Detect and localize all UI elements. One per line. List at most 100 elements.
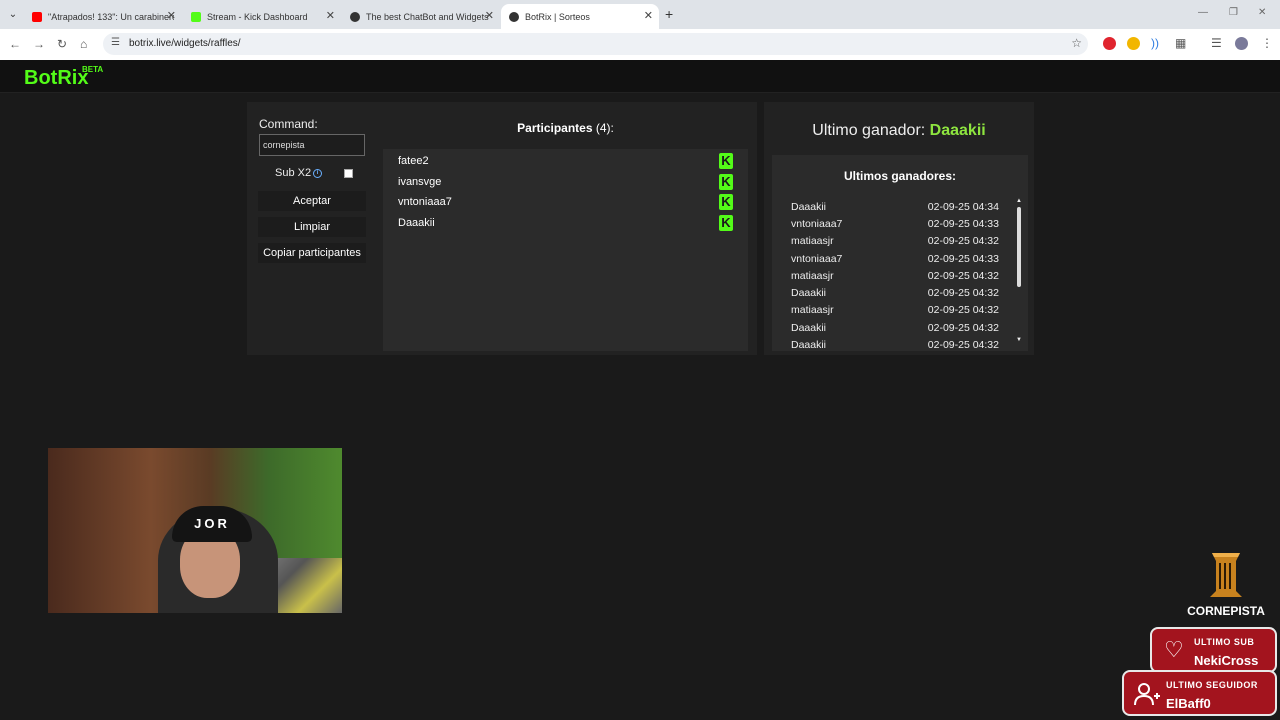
participants-list: fatee2 K ivansvge K vntoniaaa7 K Daaakii…	[383, 149, 748, 351]
last-sub-label: ULTIMO SUB	[1194, 637, 1255, 647]
list-item: Daaakii 02-09-25 04:32	[791, 322, 999, 338]
opera-extension-icon[interactable]	[1103, 37, 1116, 50]
botrix-logo[interactable]: BotRix	[24, 67, 88, 90]
winner-name: Daaakii	[791, 287, 827, 299]
minimize-icon[interactable]: —	[1198, 7, 1208, 18]
command-label: Command:	[259, 117, 318, 131]
winner-time: 02-09-25 04:34	[927, 201, 999, 213]
winner-name: matiaasjr	[791, 235, 834, 247]
home-icon[interactable]: ⌂	[80, 37, 87, 51]
scroll-up-arrow-icon[interactable]: ▲	[1016, 198, 1022, 204]
close-tab-icon[interactable]: ✕	[644, 9, 653, 22]
kick-icon: K	[719, 194, 733, 210]
harp-logo-icon	[1210, 553, 1242, 597]
heart-icon: ♡	[1164, 637, 1184, 662]
list-item: matiaasjr 02-09-25 04:32	[791, 235, 999, 251]
list-item: Daaakii 02-09-25 04:32	[791, 339, 999, 351]
last-follower-label: ULTIMO SEGUIDOR	[1166, 680, 1258, 690]
browser-tab-botrix-sorteos[interactable]: BotRix | Sorteos ✕	[501, 4, 659, 29]
reading-list-icon[interactable]: ☰	[1211, 36, 1222, 50]
browser-menu-icon[interactable]: ⋮	[1261, 36, 1273, 50]
participant-name: vntoniaaa7	[398, 196, 452, 208]
participant-name: fatee2	[398, 155, 429, 167]
list-item: vntoniaaa7 02-09-25 04:33	[791, 218, 999, 234]
scroll-down-arrow-icon[interactable]: ▼	[1016, 337, 1022, 343]
winner-time: 02-09-25 04:32	[927, 339, 999, 351]
close-tab-icon[interactable]: ✕	[326, 9, 335, 22]
browser-tab-strip: ⌄ "Atrapados! 133": Un carabinero ✕ Stre…	[0, 0, 1280, 29]
scrollbar-thumb[interactable]	[1017, 207, 1021, 287]
address-bar[interactable]: ☰ botrix.live/widgets/raffles/ ☆	[103, 33, 1088, 55]
shield-extension-icon[interactable]	[1127, 37, 1140, 50]
list-item: ivansvge K	[398, 174, 733, 192]
list-item: Daaakii 02-09-25 04:32	[791, 287, 999, 303]
audio-extension-icon[interactable]: ))	[1151, 36, 1159, 50]
list-item: matiaasjr 02-09-25 04:32	[791, 270, 999, 286]
sub-x2-label: Sub X2	[275, 167, 312, 179]
command-input[interactable]	[259, 134, 365, 156]
list-item: Daaakii 02-09-25 04:34	[791, 201, 999, 217]
extensions-puzzle-icon[interactable]: ▦	[1175, 36, 1186, 50]
url-text[interactable]: botrix.live/widgets/raffles/	[129, 38, 241, 49]
restore-icon[interactable]: ❐	[1229, 7, 1238, 18]
clear-button[interactable]: Limpiar	[258, 217, 366, 237]
browser-tab-youtube[interactable]: "Atrapados! 133": Un carabinero ✕	[24, 4, 182, 29]
kick-favicon-icon	[191, 11, 201, 22]
winner-name: vntoniaaa7	[791, 218, 843, 230]
channel-name: CORNEPISTA	[1187, 604, 1265, 618]
botrix-favicon-icon	[509, 11, 519, 22]
add-user-icon	[1134, 683, 1160, 706]
tab-search-chevron-icon[interactable]: ⌄	[5, 7, 21, 23]
participant-name: Daaakii	[398, 217, 435, 229]
participant-name: ivansvge	[398, 176, 442, 188]
winner-name: Daaakii	[791, 201, 827, 213]
site-info-icon[interactable]: ☰	[111, 37, 120, 48]
kick-icon: K	[719, 174, 733, 190]
winners-list[interactable]: Ultimos ganadores: Daaakii 02-09-25 04:3…	[772, 155, 1028, 351]
close-tab-icon[interactable]: ✕	[167, 9, 176, 22]
bookmark-star-icon[interactable]: ☆	[1071, 36, 1082, 50]
botrix-favicon-icon	[350, 11, 360, 22]
browser-tab-botrix-home[interactable]: The best ChatBot and Widgets ✕	[342, 4, 500, 29]
back-icon[interactable]: ←	[9, 37, 21, 51]
participants-title: Participantes (4):	[383, 121, 748, 135]
profile-avatar[interactable]	[1235, 37, 1248, 50]
last-follower-value: ElBaff0	[1166, 696, 1211, 711]
new-tab-icon[interactable]: +	[665, 6, 673, 22]
webcam-overlay: JOR	[48, 448, 342, 613]
last-winner-name: Daaakii	[929, 122, 986, 139]
winner-time: 02-09-25 04:33	[927, 218, 999, 230]
winner-time: 02-09-25 04:32	[927, 322, 999, 334]
participants-count: (4):	[595, 121, 614, 135]
list-item: vntoniaaa7 K	[398, 194, 733, 212]
winner-time: 02-09-25 04:33	[927, 253, 999, 265]
list-item: Daaakii K	[398, 215, 733, 233]
winner-name: vntoniaaa7	[791, 253, 843, 265]
winner-name: Daaakii	[791, 322, 827, 334]
list-item: matiaasjr 02-09-25 04:32	[791, 304, 999, 320]
sub-x2-checkbox[interactable]	[344, 169, 353, 178]
youtube-icon	[32, 11, 42, 22]
close-tab-icon[interactable]: ✕	[485, 9, 494, 22]
winner-name: matiaasjr	[791, 270, 834, 282]
site-header	[0, 60, 1280, 93]
winner-time: 02-09-25 04:32	[927, 235, 999, 247]
info-icon[interactable]: i	[313, 169, 322, 178]
last-winner: Ultimo ganador: Daaakii	[764, 122, 1034, 140]
beta-badge: BETA	[82, 65, 104, 74]
last-sub-value: NekiCross	[1194, 653, 1259, 668]
reload-icon[interactable]: ↻	[57, 37, 67, 51]
close-window-icon[interactable]: ✕	[1258, 7, 1266, 18]
forward-icon[interactable]: →	[33, 37, 45, 51]
last-follower-alert: ULTIMO SEGUIDOR ElBaff0	[1122, 670, 1277, 716]
browser-tab-kick-dashboard[interactable]: Stream - Kick Dashboard ✕	[183, 4, 341, 29]
copy-participants-button[interactable]: Copiar participantes	[258, 243, 366, 263]
last-winner-label: Ultimo ganador:	[812, 122, 926, 139]
list-item: vntoniaaa7 02-09-25 04:33	[791, 253, 999, 269]
list-item: fatee2 K	[398, 153, 733, 171]
last-sub-alert: ♡ ULTIMO SUB NekiCross	[1150, 627, 1277, 673]
participants-title-text: Participantes	[517, 121, 593, 135]
accept-button[interactable]: Aceptar	[258, 191, 366, 211]
browser-toolbar: ← → ↻ ⌂ ☰ botrix.live/widgets/raffles/ ☆	[0, 29, 1280, 60]
winner-name: Daaakii	[791, 339, 827, 351]
